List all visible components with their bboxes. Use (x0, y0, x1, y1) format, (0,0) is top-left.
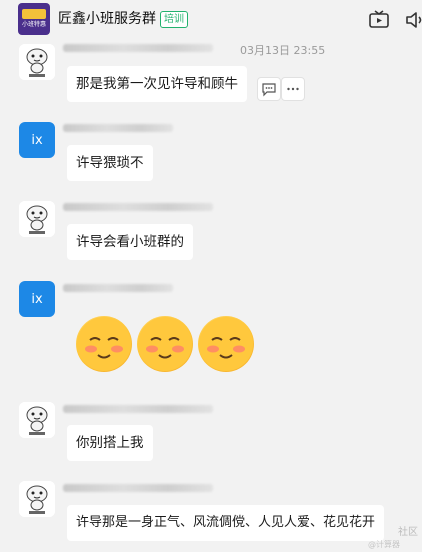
avatar[interactable]: ix (19, 281, 55, 317)
message-bubble[interactable]: 你别搭上我 (67, 425, 153, 461)
message-bubble[interactable]: 那是我第一次见许导和顾牛 (67, 66, 247, 102)
sender-name-blurred (63, 484, 213, 492)
speaker-icon[interactable] (404, 9, 422, 31)
blushing-face-icon (76, 316, 132, 372)
avatar[interactable]: ix (19, 122, 55, 158)
group-avatar-banner (22, 9, 46, 19)
avatar[interactable] (19, 481, 55, 517)
avatar[interactable] (19, 44, 55, 80)
message-bubble[interactable]: 许导会看小班群的 (67, 224, 193, 260)
blushing-face-icon (198, 316, 254, 372)
comment-icon (262, 83, 276, 97)
sticker-avatar-icon (19, 402, 55, 438)
message-bubble[interactable]: 许导猥琐不 (67, 145, 153, 181)
chat-header: 小班特惠 匠鑫小班服务群 培训 (0, 0, 422, 38)
sender-name-blurred (63, 44, 213, 52)
sticker-avatar-icon (19, 481, 55, 517)
more-icon (287, 87, 299, 91)
avatar[interactable] (19, 201, 55, 237)
watermark: 社区 (398, 527, 418, 538)
group-name[interactable]: 匠鑫小班服务群 (58, 9, 156, 29)
sticker-avatar-icon (19, 44, 55, 80)
sticker-avatar-icon (19, 201, 55, 237)
message-bubble[interactable]: 许导那是一身正气、风流倜傥、人见人爱、花见花开 (67, 505, 385, 541)
sender-name-blurred (63, 284, 173, 292)
group-avatar-text: 小班特惠 (21, 21, 46, 28)
more-button[interactable] (281, 77, 305, 101)
watermark-handle: @计算器 (368, 540, 400, 549)
comment-button[interactable] (257, 77, 281, 101)
sender-name-blurred (63, 124, 173, 132)
message-timestamp: 03月13日 23:55 (240, 44, 326, 57)
tv-icon[interactable] (368, 9, 390, 31)
group-avatar[interactable]: 小班特惠 (18, 3, 50, 35)
sender-name-blurred (63, 203, 213, 211)
avatar[interactable] (19, 402, 55, 438)
group-badge: 培训 (160, 11, 188, 28)
blushing-face-icon (137, 316, 193, 372)
sender-name-blurred (63, 405, 213, 413)
